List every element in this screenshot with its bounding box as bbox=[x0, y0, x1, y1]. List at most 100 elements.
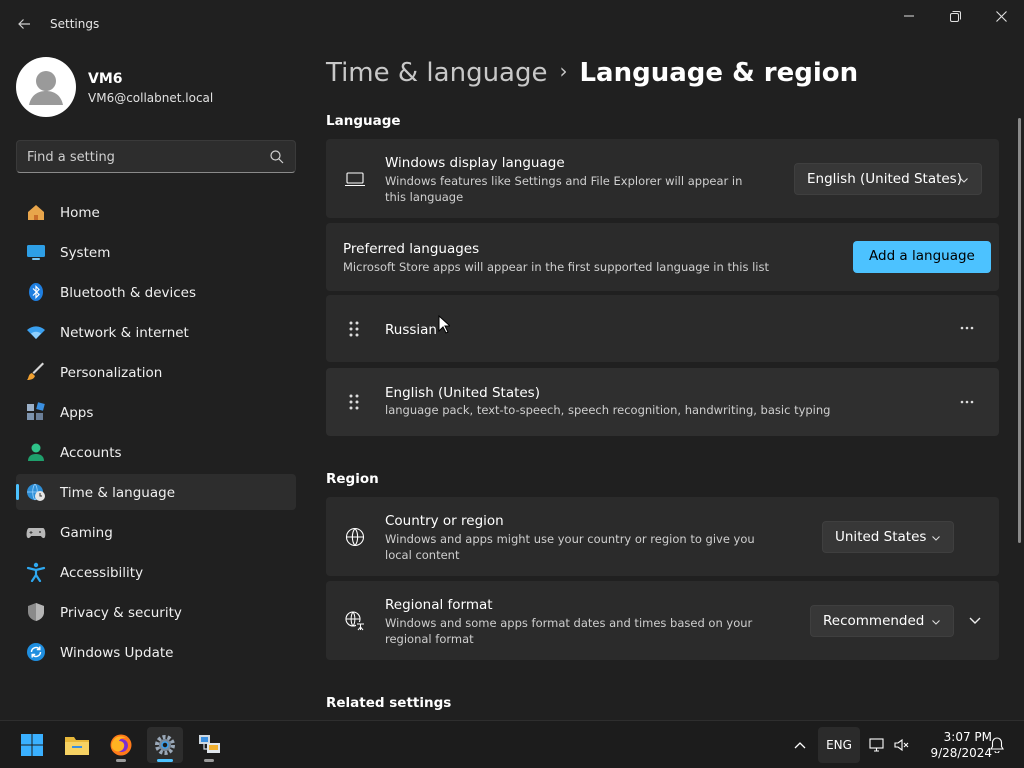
wifi-icon bbox=[27, 326, 45, 339]
user-profile[interactable]: VM6 VM6@collabnet.local bbox=[16, 57, 306, 117]
firefox-icon bbox=[110, 734, 132, 756]
regional-format-value: Recommended bbox=[823, 613, 925, 629]
clock-time: 3:07 PM bbox=[943, 730, 992, 744]
chevron-down-icon bbox=[960, 178, 968, 183]
language-options-button[interactable] bbox=[957, 392, 977, 412]
expand-chevron-icon[interactable] bbox=[968, 615, 982, 627]
system-icon bbox=[27, 245, 45, 260]
windows-logo-icon bbox=[21, 734, 43, 756]
country-region-card: Country or region Windows and apps might… bbox=[326, 497, 999, 576]
network-status-button[interactable] bbox=[866, 721, 888, 768]
regional-format-card[interactable]: Regional format Windows and some apps fo… bbox=[326, 581, 999, 660]
display-language-description: Windows features like Settings and File … bbox=[385, 174, 743, 204]
sidebar-item-home[interactable]: Home bbox=[16, 194, 296, 230]
close-icon bbox=[995, 10, 1007, 22]
notifications-button[interactable] bbox=[986, 721, 1008, 768]
start-button[interactable] bbox=[14, 727, 50, 763]
sidebar-item-network[interactable]: Network & internet bbox=[16, 314, 296, 350]
sidebar-item-apps[interactable]: Apps bbox=[16, 394, 296, 430]
more-icon bbox=[960, 400, 974, 404]
sidebar-item-label: Apps bbox=[60, 405, 94, 421]
drag-handle-icon[interactable] bbox=[348, 321, 360, 337]
input-language-button[interactable]: ENG bbox=[818, 727, 860, 763]
settings-taskbar-button[interactable] bbox=[147, 727, 183, 763]
update-icon bbox=[27, 643, 45, 661]
active-indicator bbox=[157, 759, 173, 762]
wired-network-icon bbox=[869, 738, 884, 752]
minimize-button[interactable] bbox=[886, 0, 932, 32]
display-language-dropdown[interactable]: English (United States) bbox=[794, 163, 982, 195]
network-app-button[interactable] bbox=[191, 727, 227, 763]
gamepad-icon bbox=[26, 528, 46, 539]
app-title: Settings bbox=[50, 17, 100, 31]
user-email: VM6@collabnet.local bbox=[88, 91, 214, 105]
search-icon[interactable] bbox=[269, 149, 285, 165]
clock[interactable]: 3:07 PM 9/28/2024 bbox=[912, 729, 992, 761]
sidebar-item-personalization[interactable]: Personalization bbox=[16, 354, 296, 390]
country-region-dropdown[interactable]: United States bbox=[822, 521, 954, 553]
country-region-value: United States bbox=[835, 529, 927, 545]
language-section-title: Language bbox=[326, 113, 401, 129]
preferred-languages-title: Preferred languages bbox=[343, 241, 480, 257]
country-region-description: Windows and apps might use your country … bbox=[385, 532, 755, 562]
maximize-button[interactable] bbox=[932, 0, 978, 32]
sidebar-item-bluetooth[interactable]: Bluetooth & devices bbox=[16, 274, 296, 310]
language-name: English (United States) bbox=[385, 385, 540, 401]
bell-icon bbox=[990, 737, 1004, 753]
regional-format-dropdown[interactable]: Recommended bbox=[810, 605, 954, 637]
display-language-title: Windows display language bbox=[385, 155, 565, 171]
accounts-icon bbox=[28, 443, 44, 461]
title-bar: Settings bbox=[0, 0, 1024, 48]
apps-icon bbox=[27, 402, 45, 420]
search-input[interactable] bbox=[27, 147, 257, 167]
taskbar: ENG 3:07 PM 9/28/2024 bbox=[0, 720, 1024, 768]
sidebar-item-accessibility[interactable]: Accessibility bbox=[16, 554, 296, 590]
sidebar-item-label: Accessibility bbox=[60, 565, 144, 581]
brush-icon bbox=[27, 362, 44, 380]
scrollbar[interactable] bbox=[1018, 118, 1021, 543]
laptop-icon bbox=[345, 172, 365, 187]
user-name: VM6 bbox=[88, 71, 123, 87]
file-explorer-button[interactable] bbox=[59, 727, 95, 763]
preferred-languages-description: Microsoft Store apps will appear in the … bbox=[343, 260, 769, 274]
accessibility-icon bbox=[26, 562, 46, 582]
related-settings-title: Related settings bbox=[326, 695, 452, 711]
mouse-cursor-icon bbox=[438, 315, 450, 334]
clock-date: 9/28/2024 bbox=[930, 746, 992, 760]
chevron-down-icon bbox=[932, 620, 940, 625]
close-button[interactable] bbox=[978, 0, 1024, 32]
sidebar-item-privacy[interactable]: Privacy & security bbox=[16, 594, 296, 630]
sidebar-item-label: Privacy & security bbox=[60, 605, 182, 621]
sidebar-item-gaming[interactable]: Gaming bbox=[16, 514, 296, 550]
volume-button[interactable] bbox=[891, 721, 913, 768]
language-details: language pack, text-to-speech, speech re… bbox=[385, 403, 831, 417]
language-name: Russian bbox=[385, 322, 437, 338]
sidebar-item-accounts[interactable]: Accounts bbox=[16, 434, 296, 470]
show-hidden-icons-button[interactable] bbox=[788, 721, 812, 768]
home-icon bbox=[28, 205, 44, 220]
regional-format-icon bbox=[345, 611, 365, 631]
sidebar-item-system[interactable]: System bbox=[16, 234, 296, 270]
language-item-english[interactable]: English (United States) language pack, t… bbox=[326, 368, 999, 436]
settings-gear-icon bbox=[155, 735, 175, 755]
back-button[interactable] bbox=[12, 10, 36, 38]
sidebar-item-label: Bluetooth & devices bbox=[60, 285, 197, 301]
page-title: Language & region bbox=[579, 58, 859, 88]
firefox-button[interactable] bbox=[103, 727, 139, 763]
running-indicator bbox=[116, 759, 126, 762]
globe-clock-icon bbox=[27, 483, 45, 501]
search-box[interactable] bbox=[16, 140, 296, 173]
shield-icon bbox=[28, 603, 44, 621]
sidebar-item-label: Personalization bbox=[60, 365, 163, 381]
breadcrumb-parent[interactable]: Time & language bbox=[326, 58, 547, 88]
country-region-title: Country or region bbox=[385, 513, 504, 529]
sidebar-item-time-language[interactable]: Time & language bbox=[16, 474, 296, 510]
language-item-russian[interactable]: Russian bbox=[326, 295, 999, 362]
sidebar-item-label: Windows Update bbox=[60, 645, 174, 661]
add-language-button[interactable]: Add a language bbox=[853, 241, 991, 273]
language-options-button[interactable] bbox=[957, 318, 977, 338]
sidebar-item-windows-update[interactable]: Windows Update bbox=[16, 634, 296, 670]
running-indicator bbox=[204, 759, 214, 762]
sidebar-item-label: Home bbox=[60, 205, 100, 221]
drag-handle-icon[interactable] bbox=[348, 394, 360, 410]
